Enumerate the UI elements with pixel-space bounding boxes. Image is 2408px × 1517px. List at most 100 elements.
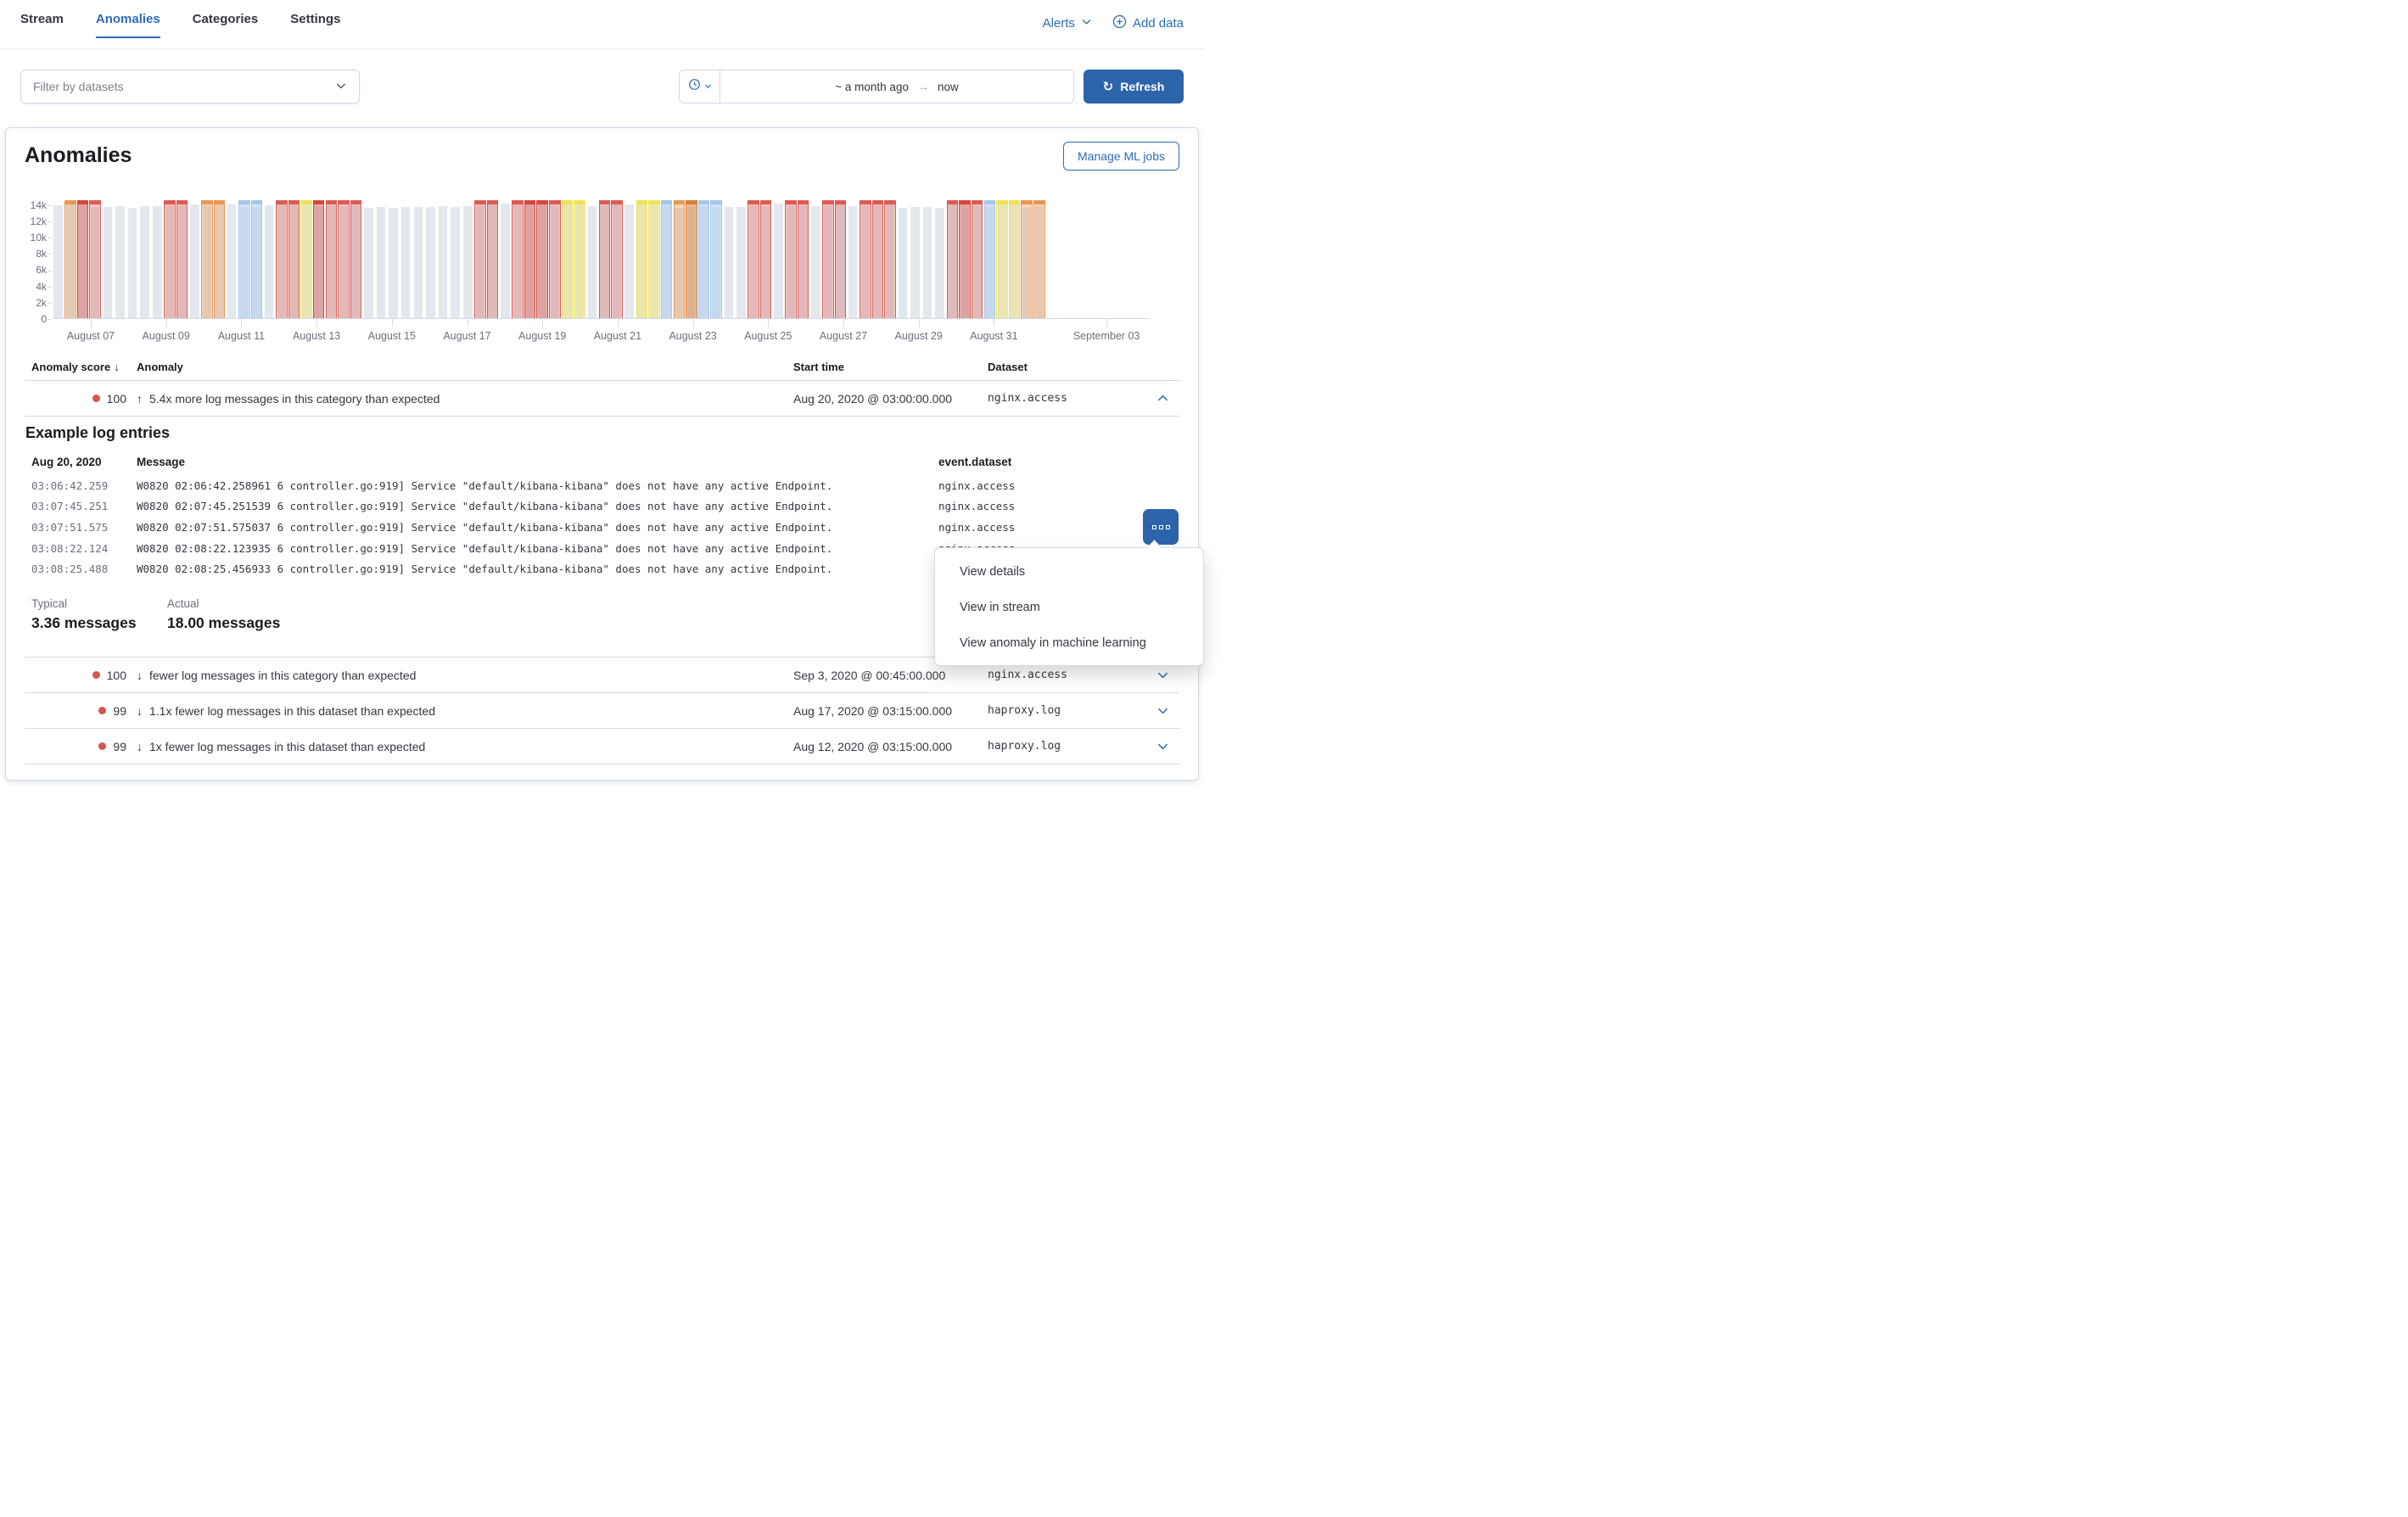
histogram-bar[interactable] [439, 206, 448, 318]
histogram-bar[interactable] [426, 207, 435, 318]
histogram-bar[interactable] [899, 208, 908, 318]
histogram-bar[interactable] [451, 207, 460, 318]
anomaly-band[interactable] [1033, 200, 1045, 318]
anomaly-band[interactable] [338, 200, 350, 318]
anomaly-band[interactable] [536, 200, 548, 318]
anomaly-band[interactable] [251, 200, 263, 318]
anomaly-band[interactable] [214, 200, 226, 318]
histogram-bar[interactable] [588, 206, 597, 318]
anomaly-band[interactable] [313, 200, 325, 318]
tab-anomalies[interactable]: Anomalies [96, 12, 160, 38]
tab-stream[interactable]: Stream [20, 12, 64, 38]
histogram-bar[interactable] [104, 207, 113, 318]
refresh-button[interactable]: ↻ Refresh [1084, 70, 1184, 104]
histogram-bar[interactable] [811, 206, 820, 318]
anomaly-band[interactable] [674, 200, 686, 318]
histogram-bar[interactable] [227, 204, 237, 318]
column-anomaly-score[interactable]: Anomaly score↓ [25, 361, 135, 373]
histogram-bar[interactable] [265, 205, 274, 318]
log-entry-row[interactable]: 03:07:45.251 W0820 02:07:45.251539 6 con… [25, 496, 1179, 518]
anomaly-band[interactable] [599, 200, 611, 318]
anomaly-band[interactable] [89, 200, 101, 318]
anomaly-band[interactable] [549, 200, 561, 318]
anomaly-band[interactable] [686, 200, 697, 318]
anomaly-band[interactable] [574, 200, 585, 318]
anomaly-band[interactable] [996, 200, 1008, 318]
add-data-link[interactable]: Add data [1112, 14, 1184, 32]
histogram-bar[interactable] [128, 208, 137, 318]
anomaly-band[interactable] [835, 200, 847, 318]
histogram-bar[interactable] [736, 207, 746, 318]
anomaly-band[interactable] [860, 200, 871, 318]
anomaly-band[interactable] [474, 200, 486, 318]
anomaly-band[interactable] [698, 200, 710, 318]
time-range-picker[interactable]: ~ a month ago → now [679, 70, 1074, 104]
dataset-filter-combobox[interactable]: Filter by datasets [20, 70, 360, 104]
time-range-end[interactable]: now [938, 81, 959, 93]
tab-categories[interactable]: Categories [193, 12, 259, 38]
collapse-row-button[interactable] [1145, 392, 1179, 405]
tab-settings[interactable]: Settings [290, 12, 340, 38]
anomaly-band[interactable] [947, 200, 959, 318]
anomaly-band[interactable] [350, 200, 362, 318]
anomaly-band[interactable] [785, 200, 797, 318]
anomaly-row[interactable]: 99 ↓1x fewer log messages in this datase… [25, 729, 1179, 764]
histogram-bar[interactable] [774, 204, 783, 318]
histogram-bar[interactable] [501, 204, 510, 318]
histogram-bar[interactable] [153, 206, 162, 318]
histogram-bar[interactable] [377, 207, 386, 318]
alerts-menu-button[interactable]: Alerts [1043, 16, 1092, 31]
histogram-bar[interactable] [935, 208, 944, 318]
anomaly-band[interactable] [562, 200, 574, 318]
anomaly-band[interactable] [884, 200, 896, 318]
anomaly-band[interactable] [326, 200, 338, 318]
anomaly-band[interactable] [822, 200, 834, 318]
anomaly-band[interactable] [710, 200, 722, 318]
anomaly-band[interactable] [648, 200, 660, 318]
anomaly-band[interactable] [288, 200, 300, 318]
histogram-bar[interactable] [115, 206, 125, 318]
anomaly-band[interactable] [164, 200, 176, 318]
anomaly-band[interactable] [611, 200, 623, 318]
histogram-bar[interactable] [848, 206, 858, 318]
expand-row-button[interactable] [1145, 704, 1179, 717]
histogram-bar[interactable] [364, 208, 373, 318]
anomaly-band[interactable] [201, 200, 213, 318]
log-entry-row[interactable]: 03:06:42.259 W0820 02:06:42.258961 6 con… [25, 475, 1179, 496]
anomaly-band[interactable] [300, 200, 312, 318]
anomaly-band[interactable] [661, 200, 673, 318]
histogram-bar[interactable] [910, 207, 920, 318]
histogram-bar[interactable] [389, 208, 398, 318]
anomaly-band[interactable] [798, 200, 809, 318]
anomaly-band[interactable] [512, 200, 524, 318]
anomaly-band[interactable] [872, 200, 884, 318]
time-range-start[interactable]: ~ a month ago [835, 81, 909, 93]
anomaly-band[interactable] [984, 200, 996, 318]
anomaly-band[interactable] [487, 200, 499, 318]
anomaly-band[interactable] [959, 200, 971, 318]
menu-item-view-in-stream[interactable]: View in stream [935, 590, 1203, 625]
manage-ml-jobs-button[interactable]: Manage ML jobs [1063, 142, 1179, 171]
histogram-bar[interactable] [140, 206, 149, 318]
histogram-bar[interactable] [414, 207, 423, 318]
expand-row-button[interactable] [1145, 740, 1179, 753]
menu-item-view-anomaly-in-ml[interactable]: View anomaly in machine learning [935, 625, 1203, 661]
histogram-bar[interactable] [401, 207, 411, 318]
anomaly-band[interactable] [748, 200, 759, 318]
anomaly-band[interactable] [524, 200, 536, 318]
anomaly-band[interactable] [64, 200, 76, 318]
anomaly-band[interactable] [1021, 200, 1033, 318]
histogram-bar[interactable] [53, 205, 63, 318]
menu-item-view-details[interactable]: View details [935, 554, 1203, 590]
anomaly-band[interactable] [1009, 200, 1021, 318]
anomaly-band[interactable] [238, 200, 250, 318]
anomaly-band[interactable] [77, 200, 89, 318]
histogram-bar[interactable] [725, 207, 734, 318]
anomaly-band[interactable] [276, 200, 288, 318]
expand-row-button[interactable] [1145, 669, 1179, 681]
anomaly-band[interactable] [176, 200, 188, 318]
log-entry-row[interactable]: 03:07:51.575 W0820 02:07:51.575037 6 con… [25, 517, 1179, 538]
anomaly-band[interactable] [760, 200, 772, 318]
anomaly-row[interactable]: 100 ↑5.4x more log messages in this cate… [25, 381, 1179, 417]
histogram-bar[interactable] [463, 206, 473, 318]
